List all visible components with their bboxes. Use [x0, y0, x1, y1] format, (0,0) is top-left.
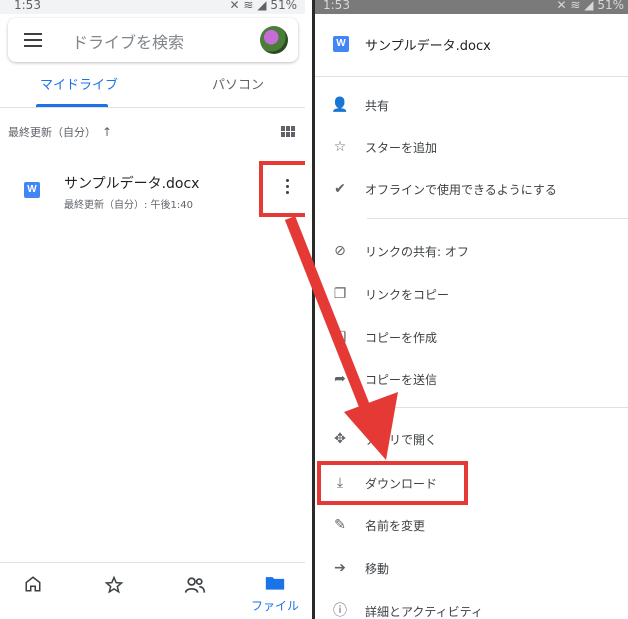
bottom-navigation: ファイル — [0, 562, 305, 619]
search-bar[interactable]: ドライブを検索 — [8, 18, 298, 62]
status-time: 1:53 — [14, 0, 41, 12]
header-separator — [315, 76, 628, 77]
menu-item-label: 共有 — [365, 99, 390, 113]
menu-item-label: コピーを作成 — [365, 331, 438, 345]
sort-control[interactable]: 最終更新（自分） ↑ — [8, 124, 112, 140]
menu-item-label: 移動 — [365, 562, 390, 576]
word-file-icon: W — [333, 36, 349, 52]
status-indicators: ✕ ≋ ◢ 51% — [556, 0, 624, 12]
home-icon — [25, 576, 41, 592]
file-action-sheet: 1:53 ✕ ≋ ◢ 51% W サンプルデータ.docx 👤 共有 ☆ スター… — [315, 0, 628, 619]
more-vert-icon — [286, 179, 290, 197]
star-icon — [104, 575, 124, 594]
grid-view-icon[interactable] — [281, 126, 295, 137]
file-name: サンプルデータ.docx — [64, 176, 200, 192]
status-bar: 1:53 ✕ ≋ ◢ 51% — [0, 0, 305, 14]
download-highlight-box — [317, 461, 468, 505]
nav-home[interactable] — [24, 575, 42, 615]
status-time: 1:53 — [323, 0, 350, 12]
menu-item-label: リンクの共有: オフ — [365, 245, 469, 259]
avatar[interactable] — [260, 26, 288, 54]
menu-item-label: 名前を変更 — [365, 519, 426, 533]
more-options-button[interactable] — [259, 161, 305, 217]
send-copy-icon: ➦ — [334, 371, 346, 387]
copy-link-icon: ❐ — [333, 286, 347, 302]
sheet-file-title: サンプルデータ.docx — [365, 39, 491, 54]
drive-tabs: マイドライブ パソコン — [0, 68, 305, 108]
menu-item-label: アプリで開く — [365, 433, 438, 447]
menu-separator — [367, 407, 628, 408]
menu-item-send-copy[interactable]: ➦ コピーを送信 — [315, 360, 628, 400]
menu-item-details[interactable]: ⓘ 詳細とアクティビティ — [315, 592, 628, 619]
status-bar: 1:53 ✕ ≋ ◢ 51% — [315, 0, 628, 14]
menu-item-offline[interactable]: ✔ オフラインで使用できるようにする — [315, 170, 628, 210]
sheet-header: W サンプルデータ.docx — [315, 24, 628, 64]
menu-separator — [367, 218, 628, 219]
menu-item-copy-link[interactable]: ❐ リンクをコピー — [315, 275, 628, 315]
file-modified: 最終更新（自分）: 午後1:40 — [64, 200, 194, 211]
offline-icon: ✔ — [334, 181, 346, 197]
link-off-icon: ⊘ — [334, 243, 346, 259]
person-add-icon: 👤 — [331, 97, 349, 113]
open-with-icon: ✥ — [334, 431, 346, 447]
make-copy-icon: ❏ — [333, 329, 347, 345]
star-icon: ☆ — [333, 139, 347, 155]
sort-arrow-icon: ↑ — [102, 125, 113, 139]
folder-icon — [265, 577, 285, 590]
menu-item-rename[interactable]: ✎ 名前を変更 — [315, 506, 628, 546]
menu-item-label: コピーを送信 — [365, 373, 438, 387]
menu-item-label: オフラインで使用できるようにする — [365, 183, 557, 197]
move-icon: ➔ — [334, 560, 346, 576]
drive-file-list-screen: 1:53 ✕ ≋ ◢ 51% ドライブを検索 マイドライブ パソコン 最終更新（… — [0, 0, 305, 619]
nav-starred[interactable] — [104, 575, 124, 615]
nav-files[interactable]: ファイル — [250, 575, 300, 615]
menu-item-open-with[interactable]: ✥ アプリで開く — [315, 420, 628, 460]
menu-item-make-copy[interactable]: ❏ コピーを作成 — [315, 318, 628, 358]
status-indicators: ✕ ≋ ◢ 51% — [229, 0, 297, 12]
tab-my-drive[interactable]: マイドライブ — [40, 74, 118, 93]
people-icon — [184, 577, 206, 593]
menu-item-label: スターを追加 — [365, 141, 438, 155]
tab-computers[interactable]: パソコン — [212, 74, 264, 93]
menu-item-move[interactable]: ➔ 移動 — [315, 549, 628, 589]
rename-icon: ✎ — [334, 517, 346, 533]
active-tab-indicator — [36, 104, 108, 107]
menu-item-share[interactable]: 👤 共有 — [315, 86, 628, 126]
menu-item-add-star[interactable]: ☆ スターを追加 — [315, 128, 628, 168]
nav-files-label: ファイル — [250, 599, 299, 613]
hamburger-menu-icon[interactable] — [24, 33, 42, 47]
word-file-icon: W — [24, 182, 40, 198]
menu-item-label: 詳細とアクティビティ — [365, 605, 483, 619]
menu-item-label: リンクをコピー — [365, 288, 450, 302]
menu-item-link-sharing[interactable]: ⊘ リンクの共有: オフ — [315, 232, 628, 272]
sort-label: 最終更新（自分） — [8, 126, 96, 139]
search-placeholder[interactable]: ドライブを検索 — [72, 29, 184, 53]
nav-shared[interactable] — [184, 575, 206, 615]
info-icon: ⓘ — [333, 603, 347, 619]
